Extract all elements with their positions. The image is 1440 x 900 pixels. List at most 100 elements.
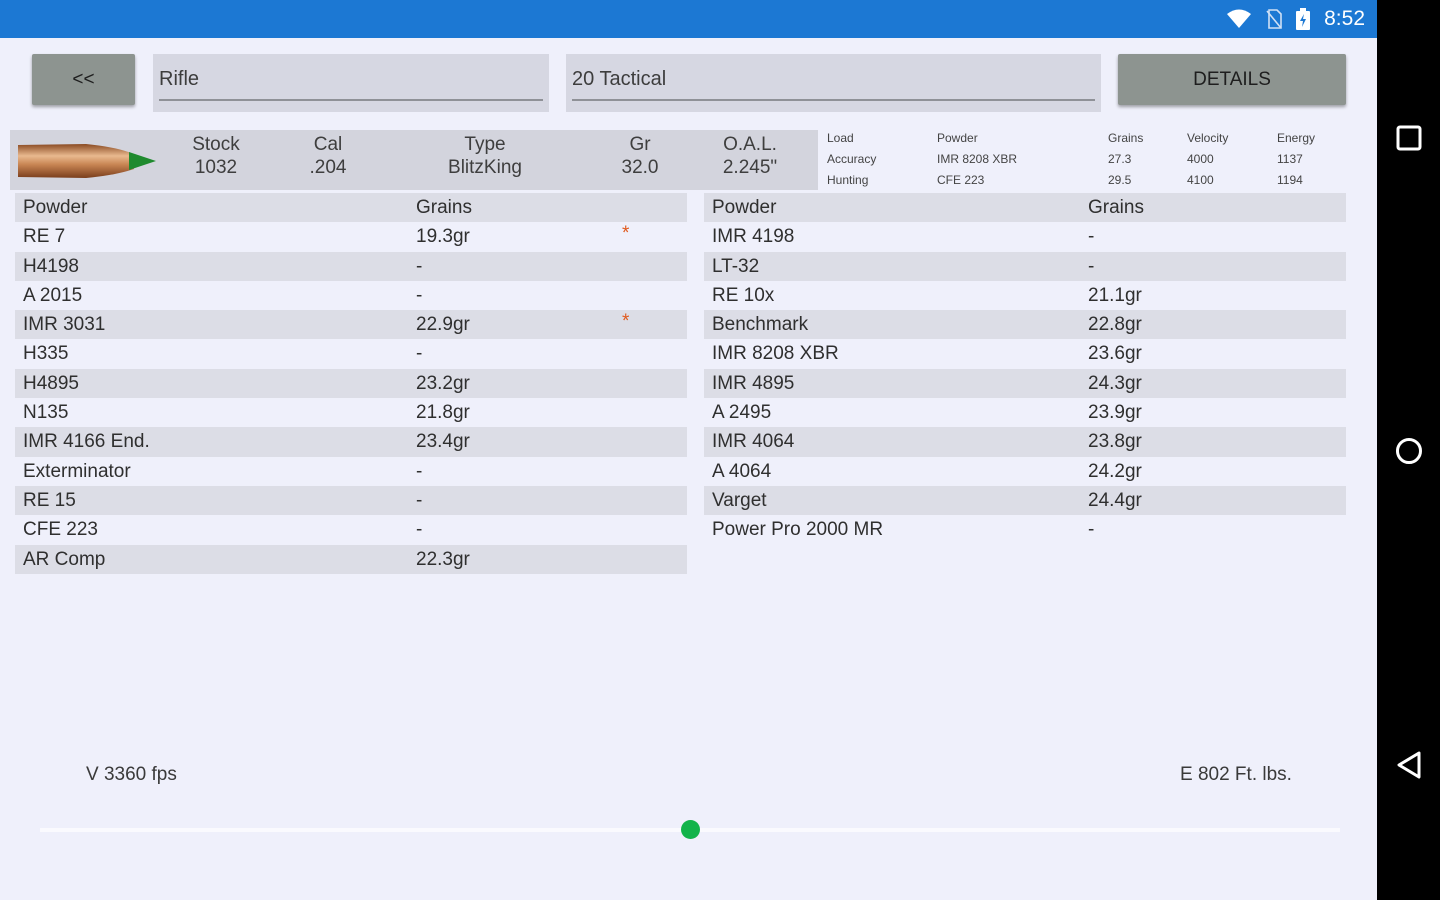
table-row[interactable]: A 4064 24.2gr [704, 457, 1346, 486]
powder-cell: IMR 8208 XBR [712, 343, 839, 365]
velocity-readout: V 3360 fps [86, 764, 177, 785]
loads-cell: 4000 [1187, 152, 1214, 166]
table-row[interactable]: RE 7 19.3gr * [15, 222, 687, 251]
powder-cell: A 2495 [712, 402, 772, 424]
dropdown-underline [572, 99, 1095, 101]
stock-label: Stock [192, 134, 240, 155]
app-window: 8:52 << Rifle 20 Tactical DETAILS Stock … [0, 0, 1377, 900]
grains-cell: - [416, 489, 423, 511]
type-column: Type BlitzKing [430, 133, 540, 179]
no-sim-icon [1266, 9, 1282, 29]
table-row[interactable]: LT-32 - [704, 251, 1346, 281]
grains-cell: 22.9gr [416, 314, 470, 336]
home-icon [1395, 437, 1422, 464]
table-row[interactable]: H4198 - [15, 251, 687, 281]
cal-label: Cal [313, 134, 343, 155]
home-button[interactable] [1385, 427, 1432, 474]
table-row[interactable]: H335 - [15, 339, 687, 368]
powder-cell: Exterminator [23, 460, 131, 482]
battery-icon [1296, 8, 1311, 30]
table-row[interactable]: Benchmark 22.8gr [704, 310, 1346, 340]
right-powder-table: Powder Grains IMR 4198 - LT-32 - RE 10x 21.… [704, 193, 1346, 545]
powder-cell: H335 [23, 343, 69, 365]
table-header-row: Powder Grains [704, 193, 1346, 223]
table-row[interactable]: AR Comp 22.3gr [15, 544, 687, 574]
table-header-row: Powder Grains [15, 193, 687, 223]
grains-cell: 23.8gr [1088, 431, 1142, 453]
table-row[interactable]: Varget 24.4gr [704, 485, 1346, 516]
table-row[interactable]: Power Pro 2000 MR - [704, 515, 1346, 544]
loads-header: Grains [1108, 131, 1144, 145]
powder-cell: H4198 [23, 255, 79, 277]
gr-column: Gr 32.0 [610, 133, 670, 179]
status-bar: 8:52 [0, 0, 1377, 38]
oal-column: O.A.L. 2.245" [710, 133, 790, 179]
powder-cell: A 4064 [712, 460, 772, 482]
system-nav-bar [1377, 0, 1440, 900]
loads-header: Velocity [1187, 131, 1229, 145]
table-row[interactable]: IMR 4895 24.3gr [704, 368, 1346, 399]
back-nav-button[interactable] [1385, 741, 1432, 788]
grains-header: Grains [1088, 197, 1144, 218]
table-row[interactable]: CFE 223 - [15, 515, 687, 544]
loads-cell: 27.3 [1108, 152, 1132, 166]
powder-cell: IMR 4166 End. [23, 431, 150, 453]
back-icon [1397, 751, 1420, 778]
stock-value: 1032 [194, 157, 238, 178]
grains-cell: 22.3gr [416, 548, 470, 570]
table-row[interactable]: IMR 4064 23.8gr [704, 427, 1346, 457]
grains-cell: 23.4gr [416, 431, 470, 453]
grains-cell: - [1088, 519, 1095, 541]
details-button[interactable]: DETAILS [1118, 54, 1346, 105]
powder-cell: N135 [23, 402, 69, 424]
table-row[interactable]: IMR 4198 - [704, 222, 1346, 251]
loads-cell: Hunting [827, 173, 869, 187]
table-row[interactable]: A 2015 - [15, 281, 687, 310]
left-powder-table: Powder Grains RE 7 19.3gr * H4198 - A 2015 -… [15, 193, 687, 574]
gr-label: Gr [629, 134, 651, 155]
table-row[interactable]: RE 10x 21.1gr [704, 281, 1346, 310]
powder-cell: IMR 4064 [712, 431, 795, 453]
grains-cell: 24.4gr [1088, 489, 1142, 511]
back-button[interactable]: << [32, 54, 135, 105]
cartridge-value: 20 Tactical [572, 68, 667, 90]
favorite-mark: * [622, 311, 630, 333]
table-row[interactable]: IMR 4166 End. 23.4gr [15, 427, 687, 457]
powder-cell: A 2015 [23, 284, 83, 306]
grains-cell: 19.3gr [416, 226, 470, 248]
powder-header: Powder [23, 197, 88, 218]
powder-cell: CFE 223 [23, 519, 98, 541]
favorite-mark: * [622, 223, 630, 245]
loads-cell: 1137 [1277, 152, 1303, 166]
cartridge-dropdown[interactable]: 20 Tactical [566, 54, 1101, 112]
recents-icon [1396, 125, 1421, 150]
grains-cell: 21.8gr [416, 402, 470, 424]
loads-cell: Accuracy [827, 152, 877, 166]
grains-cell: 22.8gr [1088, 314, 1142, 336]
powder-cell: RE 15 [23, 489, 76, 511]
powder-cell: IMR 4895 [712, 372, 795, 394]
recents-button[interactable] [1385, 114, 1432, 161]
grains-cell: - [1088, 226, 1095, 248]
loads-cell: 4100 [1187, 173, 1214, 187]
powder-cell: Varget [712, 489, 767, 511]
powder-cell: IMR 3031 [23, 314, 106, 336]
cal-column: Cal .204 [298, 133, 358, 179]
stock-column: Stock 1032 [180, 133, 252, 179]
grains-cell: 24.3gr [1088, 372, 1142, 394]
grains-cell: - [416, 284, 423, 306]
distance-slider-thumb[interactable] [680, 820, 700, 839]
grains-header: Grains [416, 197, 472, 218]
bullet-icon [18, 144, 156, 178]
category-dropdown[interactable]: Rifle [153, 54, 549, 112]
table-row[interactable]: IMR 8208 XBR 23.6gr [704, 339, 1346, 368]
table-row[interactable]: Exterminator - [15, 457, 687, 486]
table-row[interactable]: N135 21.8gr [15, 398, 687, 427]
table-row[interactable]: RE 15 - [15, 485, 687, 516]
table-row[interactable]: IMR 3031 22.9gr * [15, 310, 687, 340]
powder-cell: AR Comp [23, 548, 106, 570]
table-row[interactable]: A 2495 23.9gr [704, 398, 1346, 427]
loads-grains-column: Grains 27.3 29.5 [1108, 128, 1143, 191]
table-row[interactable]: H4895 23.2gr [15, 368, 687, 399]
grains-cell: - [416, 343, 423, 365]
